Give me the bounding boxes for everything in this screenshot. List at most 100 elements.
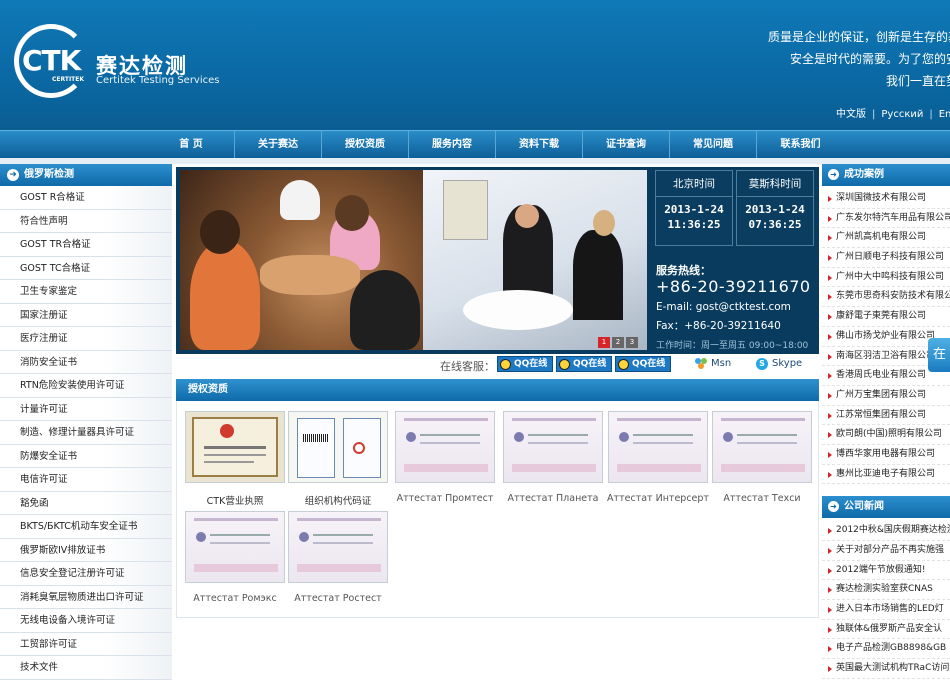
clock-beijing-date: 2013-1-24 [664, 203, 724, 216]
msn-link[interactable]: Msn [694, 358, 731, 369]
case-item[interactable]: 惠州比亚迪电子有限公司 [822, 465, 950, 485]
banner-page-1[interactable]: 1 [598, 337, 610, 348]
left-item-fire-safety[interactable]: 消防安全证书 [0, 350, 172, 374]
cert-planeta[interactable]: Аттестат Планета [501, 411, 605, 504]
case-item[interactable]: 广州中大中鸣科技有限公司 [822, 268, 950, 288]
clock-beijing-time: 11:36:25 [667, 218, 721, 231]
slogan-line-3: 我们一直在努 [886, 74, 950, 88]
left-item-vehicle-safety[interactable]: BKTS/БKTC机动车安全证书 [0, 515, 172, 539]
news-item[interactable]: 2012端午节放假通知! [822, 561, 950, 581]
left-sidebar: ➜ 俄罗斯检测 GOST R合格证 符合性声明 GOST TR合格证 GOST … [0, 164, 172, 681]
nav-about[interactable]: 关于赛达 [235, 131, 322, 158]
left-item-euro-iv[interactable]: 俄罗斯欧IV排放证书 [0, 538, 172, 562]
left-item-tech-docs[interactable]: 技术文件 [0, 656, 172, 680]
case-item[interactable]: 广州万宝集团有限公司 [822, 386, 950, 406]
nav-home[interactable]: 首 页 [148, 131, 235, 158]
hotline-label: 服务热线： [656, 264, 711, 277]
qq-penguin-icon [618, 359, 629, 370]
cert-caption: Аттестат Промтест [396, 493, 494, 504]
logo-english-name: Certitek Testing Services [96, 75, 220, 86]
cert-thumbnail [608, 411, 708, 483]
arrow-circle-icon: ➜ [828, 501, 839, 513]
case-item[interactable]: 博西华家用电器有限公司 [822, 445, 950, 465]
lang-english[interactable]: En [939, 109, 950, 120]
hotline-number: +86-20-39211670 [656, 277, 811, 296]
skype-link[interactable]: S Skype [756, 358, 802, 370]
case-item[interactable]: 广州凯高机电有限公司 [822, 228, 950, 249]
left-item-hygiene[interactable]: 卫生专家鉴定 [0, 280, 172, 304]
nav-certificate-query[interactable]: 证书查询 [583, 131, 670, 158]
auth-section: CTK营业执照 组织机构代码证 Аттестат Промтест Аттест… [176, 401, 819, 618]
cert-intersert[interactable]: Аттестат Интерсерт [606, 411, 710, 504]
left-item-gost-tr[interactable]: GOST TR合格证 [0, 233, 172, 257]
cert-thumbnail [503, 411, 603, 483]
left-item-measuring-instruments[interactable]: 制造、修理计量器具许可证 [0, 421, 172, 445]
nav-contact[interactable]: 联系我们 [757, 131, 844, 158]
news-item[interactable]: 独联体&俄罗斯产品安全认 [822, 620, 950, 640]
cert-thumbnail [185, 411, 285, 483]
hero-banner: 北京时间 2013-1-24 11:36:25 莫斯科时间 2013-1-24 … [176, 167, 819, 354]
floating-online-tab[interactable]: 在 [928, 338, 950, 372]
left-item-radio[interactable]: 无线电设备入境许可证 [0, 609, 172, 633]
left-item-metrology[interactable]: 计量许可证 [0, 397, 172, 421]
news-item[interactable]: 英国最大测试机构TRaC访问 [822, 659, 950, 679]
left-item-gost-r[interactable]: GOST R合格证 [0, 186, 172, 210]
cert-promtest[interactable]: Аттестат Промтест [393, 411, 497, 504]
left-item-ozone[interactable]: 消耗臭氧层物质进出口许可证 [0, 585, 172, 609]
msn-label: Msn [711, 358, 732, 369]
news-item[interactable]: 2012中秋&国庆假期赛达检测 [822, 521, 950, 541]
nav-services[interactable]: 服务内容 [409, 131, 496, 158]
left-item-medical-registration[interactable]: 医疗注册证 [0, 327, 172, 351]
banner-photo-business[interactable] [423, 170, 647, 350]
cert-tekhsi[interactable]: Аттестат Техси [710, 411, 814, 504]
clock-moscow-label: 莫斯科时间 [737, 171, 813, 197]
left-item-state-registration[interactable]: 国家注册证 [0, 303, 172, 327]
case-item[interactable]: 江苏常恒集团有限公司 [822, 406, 950, 426]
cert-organization-code[interactable]: 组织机构代码证 [286, 411, 390, 507]
news-item[interactable]: 关于对部分产品不再实施强 [822, 541, 950, 561]
cert-rostest[interactable]: Аттестат Ростест [286, 511, 390, 604]
case-item[interactable]: 东莞市思奇科安防技术有限公司 [822, 287, 950, 308]
left-item-gost-tc[interactable]: GOST TC合格证 [0, 256, 172, 280]
qq-label: QQ在线 [514, 359, 548, 369]
banner-photo-meeting[interactable] [180, 170, 423, 350]
nav-qualifications[interactable]: 授权资质 [322, 131, 409, 158]
qq-online-button-1[interactable]: QQ在线 [497, 356, 553, 372]
cert-romeks[interactable]: Аттестат Ромэкс [183, 511, 287, 604]
qq-online-button-2[interactable]: QQ在线 [556, 356, 612, 372]
case-item[interactable]: 康舒電子東莞有限公司 [822, 307, 950, 327]
case-item[interactable]: 欧司朗(中国)照明有限公司 [822, 425, 950, 445]
language-switcher: 中文版 | Русский | En [836, 109, 950, 120]
logo-ctk[interactable]: CTK [22, 44, 81, 77]
skype-icon: S [756, 358, 768, 370]
lang-chinese[interactable]: 中文版 [836, 109, 866, 120]
qq-online-button-3[interactable]: QQ在线 [615, 356, 671, 372]
left-item-explosion-proof[interactable]: 防爆安全证书 [0, 444, 172, 468]
cert-caption: CTK营业执照 [206, 496, 264, 507]
lang-russian[interactable]: Русский [881, 109, 923, 120]
news-item[interactable]: 电子产品检测GB8898&GB [822, 639, 950, 660]
banner-page-2[interactable]: 2 [612, 337, 624, 348]
news-item[interactable]: 赛达检测实验室获CNAS [822, 580, 950, 601]
qq-penguin-icon [500, 359, 511, 370]
online-service-bar: 在线客服： QQ在线 QQ在线 QQ在线 Msn S Skype [176, 355, 819, 375]
nav-faq[interactable]: 常见问题 [670, 131, 757, 158]
news-item[interactable]: 进入日本市场销售的LED灯 [822, 600, 950, 620]
case-item[interactable]: 广州日顺电子科技有限公司 [822, 248, 950, 268]
left-item-exemption[interactable]: 豁免函 [0, 491, 172, 515]
left-item-declaration[interactable]: 符合性声明 [0, 209, 172, 233]
clock-beijing: 北京时间 2013-1-24 11:36:25 [655, 170, 733, 246]
qq-label: QQ在线 [632, 359, 666, 369]
case-item[interactable]: 深圳国微技术有限公司 [822, 189, 950, 209]
nav-downloads[interactable]: 资料下载 [496, 131, 583, 158]
contact-email[interactable]: E-mail: gost@ctktest.com [656, 301, 791, 313]
left-item-info-security[interactable]: 信息安全登记注册许可证 [0, 562, 172, 586]
left-item-industry-trade[interactable]: 工贸部许可证 [0, 632, 172, 656]
banner-page-3[interactable]: 3 [626, 337, 638, 348]
auth-section-heading: 授权资质 [176, 379, 819, 401]
left-item-rtn[interactable]: RTN危险安装使用许可证 [0, 374, 172, 398]
left-item-telecom[interactable]: 电信许可证 [0, 468, 172, 492]
cert-thumbnail [712, 411, 812, 483]
case-item[interactable]: 广东发尔特汽车用品有限公司 [822, 209, 950, 229]
cert-business-license[interactable]: CTK营业执照 [183, 411, 287, 507]
